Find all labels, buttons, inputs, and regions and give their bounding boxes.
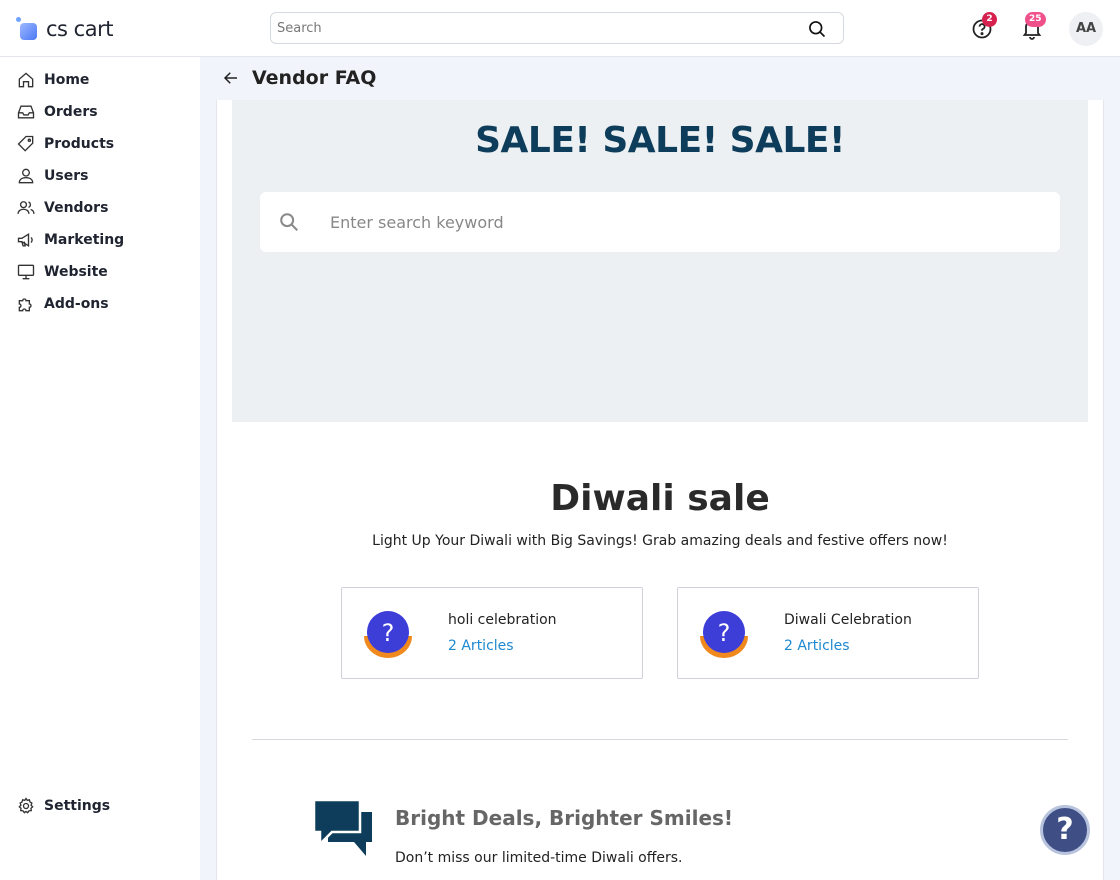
section-title: Diwali sale — [550, 478, 770, 519]
sidebar-item-orders[interactable]: Orders — [16, 100, 98, 124]
svg-text:?: ? — [382, 619, 395, 647]
category-card[interactable]: ? holi celebration 2 Articles — [341, 587, 643, 679]
sidebar-item-label: Website — [44, 264, 108, 280]
svg-text:?: ? — [718, 619, 731, 647]
sidebar-item-addons[interactable]: Add-ons — [16, 292, 109, 316]
global-search-input[interactable] — [277, 13, 797, 43]
user-avatar[interactable]: AA — [1069, 12, 1103, 46]
global-search — [270, 12, 844, 44]
user-icon — [18, 168, 34, 184]
monitor-icon — [17, 264, 35, 280]
sidebar-item-label: Home — [44, 72, 90, 88]
logo[interactable]: cs cart — [16, 16, 113, 42]
search-icon — [280, 213, 298, 231]
section-divider — [252, 739, 1068, 740]
sidebar-item-users[interactable]: Users — [16, 164, 88, 188]
question-icon: ? — [700, 611, 748, 658]
sidebar-item-label: Users — [44, 168, 89, 184]
logo-icon — [16, 17, 40, 41]
page-title: Vendor FAQ — [252, 67, 377, 89]
category-article-count[interactable]: 2 Articles — [448, 638, 514, 654]
category-article-count[interactable]: 2 Articles — [784, 638, 850, 654]
arrow-left-icon[interactable] — [222, 69, 240, 87]
sidebar-item-label: Vendors — [44, 200, 109, 216]
sidebar-item-home[interactable]: Home — [16, 68, 89, 92]
tag-icon — [17, 135, 34, 152]
puzzle-icon — [18, 298, 32, 312]
sidebar-item-label: Orders — [44, 104, 98, 120]
help-fab-label: ? — [1056, 812, 1074, 847]
help-center-button[interactable]: 2 — [970, 12, 997, 40]
faq-hero: SALE! SALE! SALE! — [232, 100, 1088, 422]
sidebar-item-settings[interactable]: Settings — [16, 794, 110, 818]
sidebar-item-marketing[interactable]: Marketing — [16, 228, 124, 252]
help-fab-button[interactable]: ? — [1040, 805, 1090, 855]
section-subtitle: Light Up Your Diwali with Big Savings! G… — [372, 533, 948, 549]
home-icon — [18, 72, 34, 88]
sidebar-item-label: Settings — [44, 798, 111, 814]
sidebar-item-products[interactable]: Products — [16, 132, 114, 156]
top-bar: cs cart 2 25 AA — [0, 0, 1120, 57]
page-header: Vendor FAQ — [222, 64, 376, 92]
notifications-badge: 25 — [1025, 12, 1046, 27]
promo-subtitle: Don’t miss our limited-time Diwali offer… — [395, 850, 683, 866]
category-card[interactable]: ? Diwali Celebration 2 Articles — [677, 587, 979, 679]
sidebar-item-vendors[interactable]: Vendors — [16, 196, 108, 220]
sidebar-item-label: Marketing — [44, 232, 125, 248]
notifications-button[interactable]: 25 — [1020, 12, 1046, 40]
megaphone-icon — [17, 232, 33, 248]
sidebar-item-website[interactable]: Website — [16, 260, 108, 284]
faq-search-input[interactable] — [330, 207, 1030, 237]
users-icon — [17, 201, 35, 214]
category-name: holi celebration — [448, 612, 557, 628]
chat-bubbles-icon — [312, 798, 372, 856]
hero-title: SALE! SALE! SALE! — [475, 120, 845, 161]
question-icon: ? — [364, 611, 412, 658]
inbox-icon — [17, 105, 35, 119]
faq-search — [260, 192, 1060, 252]
gear-icon — [18, 797, 34, 814]
search-icon[interactable] — [807, 19, 827, 39]
logo-text: cs cart — [46, 17, 113, 41]
sidebar-item-label: Products — [44, 136, 115, 152]
promo-title: Bright Deals, Brighter Smiles! — [395, 806, 734, 830]
sidebar-item-label: Add-ons — [44, 296, 109, 312]
sidebar: Home Orders Products Users Vendors Marke… — [0, 57, 200, 880]
help-badge: 2 — [982, 12, 997, 27]
category-name: Diwali Celebration — [784, 612, 912, 628]
